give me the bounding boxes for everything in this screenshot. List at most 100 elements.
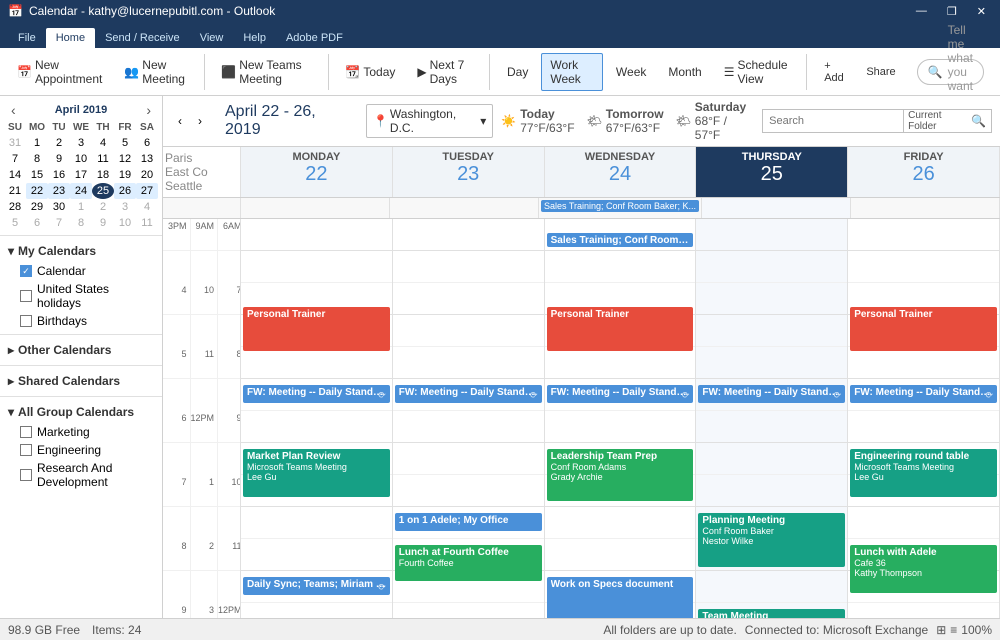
tab-help[interactable]: Help [233, 28, 276, 48]
sidebar-item-us-holidays[interactable]: United States holidays [8, 280, 154, 312]
mini-cal-day[interactable]: 17 [70, 167, 92, 183]
other-calendars-header[interactable]: ▸ Other Calendars [8, 339, 154, 361]
shared-calendars-header[interactable]: ▸ Shared Calendars [8, 370, 154, 392]
mini-cal-day[interactable]: 12 [114, 151, 136, 167]
tab-home[interactable]: Home [46, 28, 95, 48]
event-w2[interactable]: Personal Trainer [547, 307, 694, 351]
mini-cal-day[interactable]: 24 [70, 183, 92, 199]
sidebar-item-birthdays[interactable]: Birthdays [8, 312, 154, 330]
event-t3[interactable]: Lunch at Fourth CoffeeFourth Coffee [395, 545, 542, 581]
today-button[interactable]: 📆 Today [336, 60, 404, 84]
us-holidays-checkbox[interactable] [20, 290, 32, 302]
month-view-button[interactable]: Month [659, 60, 710, 84]
event-f3[interactable]: Engineering round tableMicrosoft Teams M… [850, 449, 997, 497]
mini-cal-day[interactable]: 14 [4, 167, 26, 183]
mini-cal-day[interactable]: 10 [114, 215, 136, 231]
mini-cal-day[interactable]: 9 [48, 151, 70, 167]
mini-cal-day[interactable]: 11 [136, 215, 158, 231]
event-w4[interactable]: Leadership Team PrepConf Room AdamsGrady… [547, 449, 694, 501]
new-teams-meeting-button[interactable]: ⬛ New Teams Meeting [212, 53, 319, 91]
day-number-24[interactable]: 24 [545, 163, 696, 186]
day-number-23[interactable]: 23 [393, 163, 544, 186]
work-week-button[interactable]: Work Week [541, 53, 603, 91]
mini-cal-day[interactable]: 13 [136, 151, 158, 167]
mini-cal-day[interactable]: 2 [48, 135, 70, 151]
mini-cal-day[interactable]: 23 [48, 183, 70, 199]
mini-cal-day[interactable]: 30 [48, 199, 70, 215]
mini-cal-day[interactable]: 26 [114, 183, 136, 199]
next-7-days-button[interactable]: ▶ Next 7 Days [408, 53, 481, 91]
tab-adobe-pdf[interactable]: Adobe PDF [276, 28, 353, 48]
calendar-checkbox[interactable]: ✓ [20, 265, 32, 277]
research-checkbox[interactable] [20, 469, 32, 481]
search-input[interactable] [763, 115, 903, 127]
event-m3[interactable]: Market Plan ReviewMicrosoft Teams Meetin… [243, 449, 390, 497]
day-number-22[interactable]: 22 [241, 163, 392, 186]
event-w5[interactable]: Work on Specs document [547, 577, 694, 618]
sales-training-event[interactable]: Sales Training; Conf Room Baker; K... [541, 200, 699, 212]
event-f1[interactable]: Personal Trainer [850, 307, 997, 351]
mini-cal-day[interactable]: 9 [92, 215, 114, 231]
mini-cal-day[interactable]: 15 [26, 167, 48, 183]
event-m1[interactable]: Personal Trainer [243, 307, 390, 351]
event-t2[interactable]: 1 on 1 Adele; My Office [395, 513, 542, 531]
view-icon-1[interactable]: ⊞ [936, 623, 946, 637]
event-f4[interactable]: Lunch with AdeleCafe 36Kathy Thompson [850, 545, 997, 593]
mini-cal-day[interactable]: 25 [92, 183, 114, 199]
sidebar-item-engineering[interactable]: Engineering [8, 441, 154, 459]
cal-next-button[interactable]: › [191, 110, 209, 132]
mini-cal-day[interactable]: 2 [92, 199, 114, 215]
tab-send-receive[interactable]: Send / Receive [95, 28, 190, 48]
mini-cal-day[interactable]: 19 [114, 167, 136, 183]
new-meeting-button[interactable]: 👥 New Meeting [115, 53, 195, 91]
sidebar-item-research[interactable]: Research And Development [8, 459, 154, 491]
tab-file[interactable]: File [8, 28, 46, 48]
mini-cal-day[interactable]: 1 [70, 199, 92, 215]
mini-cal-day[interactable]: 7 [4, 151, 26, 167]
mini-cal-day[interactable]: 31 [4, 135, 26, 151]
mini-cal-day[interactable]: 5 [114, 135, 136, 151]
sidebar-item-marketing[interactable]: Marketing [8, 423, 154, 441]
mini-cal-day[interactable]: 4 [136, 199, 158, 215]
mini-cal-day[interactable]: 28 [4, 199, 26, 215]
close-button[interactable]: ✕ [971, 5, 992, 18]
day-view-button[interactable]: Day [498, 60, 537, 84]
share-button[interactable]: Share [857, 61, 904, 83]
mini-cal-day[interactable]: 7 [48, 215, 70, 231]
week-view-button[interactable]: Week [607, 60, 655, 84]
view-icon-2[interactable]: ≡ [950, 623, 957, 637]
engineering-checkbox[interactable] [20, 444, 32, 456]
day-number-25[interactable]: 25 [696, 163, 847, 186]
minimize-button[interactable]: — [910, 5, 933, 18]
cal-prev-button[interactable]: ‹ [171, 110, 189, 132]
mini-cal-prev[interactable]: ‹ [8, 102, 19, 118]
event-th2[interactable]: Planning MeetingConf Room BakerNestor Wi… [698, 513, 845, 567]
event-th3[interactable]: Team MeetingConf Room RainierJoni Sherma… [698, 609, 845, 618]
schedule-view-button[interactable]: ☰ Schedule View [715, 53, 799, 91]
tab-view[interactable]: View [190, 28, 234, 48]
event-t1[interactable]: FW: Meeting -- Daily Standup; Co⟳ [395, 385, 542, 403]
mini-cal-day[interactable]: 3 [70, 135, 92, 151]
mini-cal-next[interactable]: › [143, 102, 154, 118]
event-f2[interactable]: FW: Meeting -- Daily Standup; Co⟳ [850, 385, 997, 403]
mini-cal-day[interactable]: 1 [26, 135, 48, 151]
mini-cal-day[interactable]: 29 [26, 199, 48, 215]
mini-cal-day[interactable]: 21 [4, 183, 26, 199]
mini-cal-day[interactable]: 11 [92, 151, 114, 167]
add-button[interactable]: + Add [815, 55, 853, 89]
tell-me-box[interactable]: 🔍 Tell me what you want to do [917, 59, 984, 85]
event-w3[interactable]: FW: Meeting -- Daily Standup; Co⟳ [547, 385, 694, 403]
mini-cal-day[interactable]: 4 [92, 135, 114, 151]
mini-cal-day[interactable]: 6 [26, 215, 48, 231]
new-appointment-button[interactable]: 📅 New Appointment [8, 53, 111, 91]
mini-cal-day[interactable]: 10 [70, 151, 92, 167]
mini-cal-day[interactable]: 8 [26, 151, 48, 167]
mini-cal-day[interactable]: 8 [70, 215, 92, 231]
my-calendars-header[interactable]: ▾ My Calendars [8, 240, 154, 262]
mini-cal-day[interactable]: 6 [136, 135, 158, 151]
location-dropdown[interactable]: 📍 Washington, D.C. ▾ [366, 104, 493, 138]
day-number-26[interactable]: 26 [848, 163, 999, 186]
mini-cal-day[interactable]: 18 [92, 167, 114, 183]
mini-cal-day[interactable]: 20 [136, 167, 158, 183]
event-m2[interactable]: FW: Meeting -- Daily Standup; Co⟳ [243, 385, 390, 403]
